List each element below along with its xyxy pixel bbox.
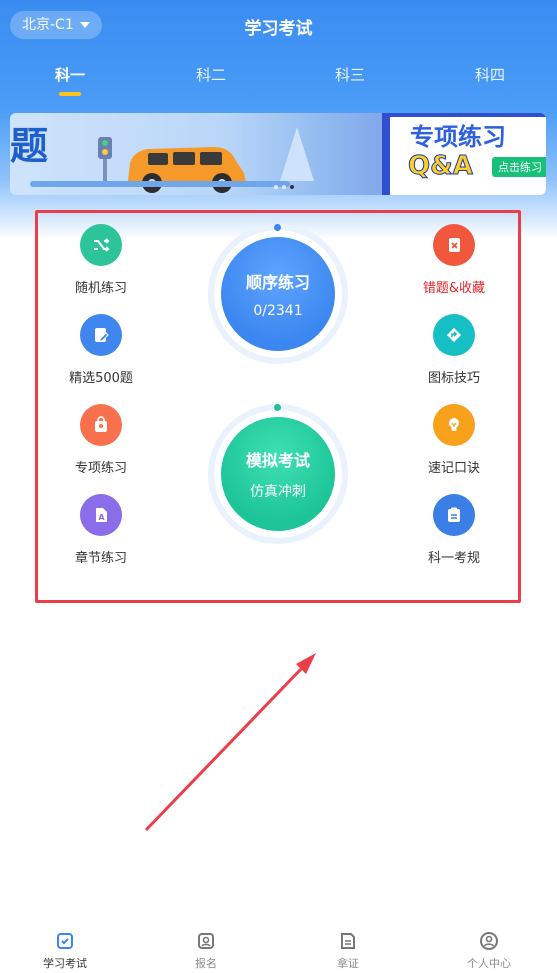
user-circle-icon xyxy=(480,932,498,950)
nav-study-exam-label: 学习考试 xyxy=(43,957,87,970)
annotation-arrow xyxy=(144,653,316,832)
study-check-icon xyxy=(57,933,73,949)
nav-license[interactable]: 拿证 xyxy=(308,931,388,971)
nav-register[interactable]: 报名 xyxy=(166,931,246,971)
register-icon xyxy=(198,933,214,949)
license-document-icon xyxy=(341,933,355,949)
nav-register-label: 报名 xyxy=(195,957,217,970)
nav-license-label: 拿证 xyxy=(337,957,359,970)
nav-profile[interactable]: 个人中心 xyxy=(449,931,529,971)
nav-study-exam[interactable]: 学习考试 xyxy=(25,931,105,971)
bottom-nav: 学习考试 报名 拿证 个人中心 xyxy=(0,923,557,973)
nav-profile-label: 个人中心 xyxy=(467,957,511,970)
